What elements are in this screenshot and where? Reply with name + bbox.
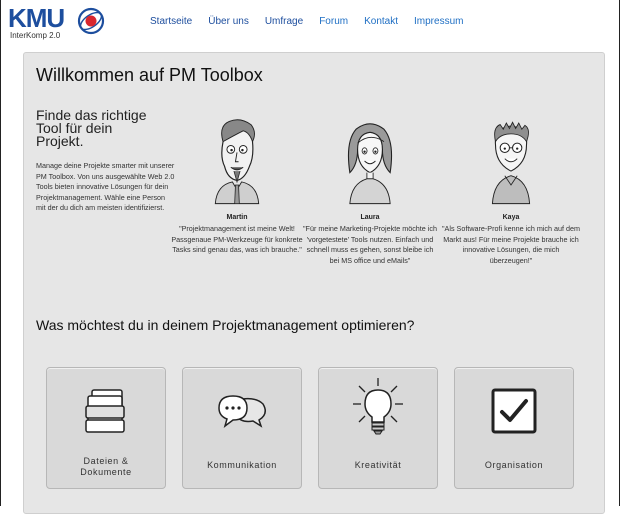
category-dateien-dokumente[interactable]: Dateien & Dokumente [46,367,166,489]
persona-martin[interactable]: Martin "Projektmanagement ist meine Welt… [167,109,307,256]
nav-kontakt[interactable]: Kontakt [364,16,398,27]
persona-quote: "Als Software-Profi kenne ich mich auf d… [442,224,580,265]
nav-forum[interactable]: Forum [319,16,348,27]
nav-ueber-uns[interactable]: Über uns [208,16,249,27]
persona-kaya[interactable]: Kaya "Als Software-Profi kenne ich mich … [441,109,581,266]
persona-name: Martin [226,214,248,221]
speech-bubbles-icon [218,395,266,428]
laura-avatar-icon [347,123,393,205]
logo-subtext: InterKomp 2.0 [10,31,61,40]
persona-laura[interactable]: Laura "Für meine Marketing-Projekte möch… [301,109,439,266]
nav-impressum[interactable]: Impressum [414,16,463,27]
documents-icon [85,389,125,433]
category-kommunikation[interactable]: Kommunikation [182,367,302,489]
category-label: Organisation [484,460,544,470]
persona-quote: "Projektmanagement ist meine Welt! Passg… [171,224,303,254]
persona-name: Kaya [502,214,520,221]
category-kreativitaet[interactable]: Kreativität [318,367,438,489]
kaya-avatar-icon [491,121,531,205]
logo[interactable]: KMU InterKomp 2.0 [8,4,118,44]
section-question: Was möchtest du in deinem Projektmanagem… [36,317,415,333]
persona-name: Laura [360,214,380,221]
window-border-right [619,0,620,506]
category-label: Kommunikation [207,460,277,470]
logo-text: KMU [8,3,65,33]
lightbulb-icon [353,378,403,435]
page-subtitle: Finde das richtige Tool für dein Projekt… [36,107,147,149]
main-nav: Startseite Über uns Umfrage Forum Kontak… [150,16,479,27]
page-title: Willkommen auf PM Toolbox [36,65,263,85]
category-label: Kreativität [354,460,402,470]
logo-ring-icon [77,7,105,35]
main-panel: Willkommen auf PM Toolbox Finde das rich… [23,52,605,514]
nav-umfrage[interactable]: Umfrage [265,16,303,27]
nav-startseite[interactable]: Startseite [150,16,192,27]
category-organisation[interactable]: Organisation [454,367,574,489]
martin-avatar-icon [214,119,260,205]
checkbox-icon [491,388,537,434]
category-label: Dateien & Dokumente [80,456,132,477]
window-border-left [0,0,1,506]
persona-quote: "Für meine Marketing-Projekte möchte ich… [303,224,437,265]
intro-text: Manage deine Projekte smarter mit unsere… [36,161,175,212]
